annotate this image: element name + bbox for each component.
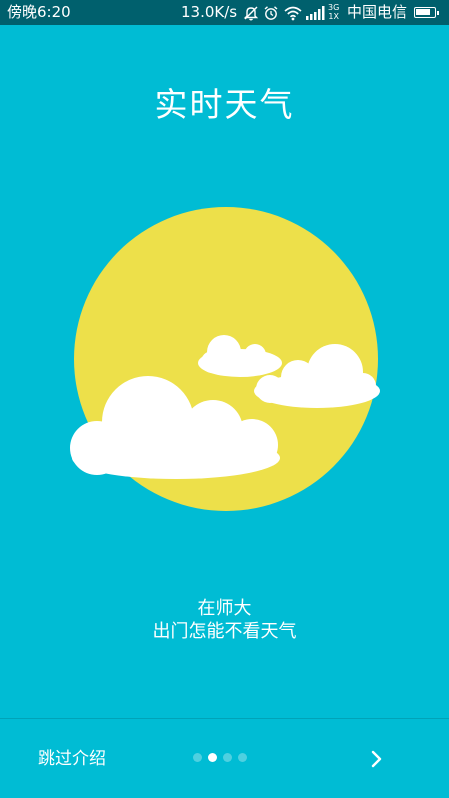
battery-fill xyxy=(416,9,430,15)
weather-illustration xyxy=(0,190,449,530)
carrier-name: 中国电信 xyxy=(347,3,408,21)
page-indicator xyxy=(193,753,247,763)
alarm-icon xyxy=(263,0,279,25)
network-type-top: 3G xyxy=(328,3,340,12)
battery-icon xyxy=(414,7,439,18)
intro-screen: 傍晚6:20 13.0K/s 3G 1X 中国电信 实时天气 在师大 出门怎能不… xyxy=(0,0,449,798)
status-time: 傍晚6:20 xyxy=(7,3,71,21)
slogan-line-2: 出门怎能不看天气 xyxy=(152,621,297,642)
slogan-line-1: 在师大 xyxy=(197,598,252,619)
network-type-bottom: 1X xyxy=(328,12,339,21)
chevron-right-icon xyxy=(371,750,382,768)
slogan: 在师大 出门怎能不看天气 xyxy=(0,597,449,643)
status-bar: 傍晚6:20 13.0K/s 3G 1X 中国电信 xyxy=(0,0,449,25)
wifi-icon xyxy=(284,0,302,25)
page-dot-4 xyxy=(238,753,247,762)
bottom-divider xyxy=(0,718,449,719)
signal-icon xyxy=(306,0,326,25)
sun-cloud-illustration xyxy=(70,207,380,511)
page-title: 实时天气 xyxy=(154,85,295,124)
next-button[interactable] xyxy=(364,746,390,772)
mute-icon xyxy=(243,0,259,25)
page-dot-2 xyxy=(208,753,217,762)
page-dot-1 xyxy=(193,753,202,762)
network-type: 3G 1X xyxy=(328,3,339,21)
network-speed: 13.0K/s xyxy=(181,3,238,21)
page-dot-3 xyxy=(223,753,232,762)
skip-intro-button[interactable]: 跳过介绍 xyxy=(38,747,106,771)
